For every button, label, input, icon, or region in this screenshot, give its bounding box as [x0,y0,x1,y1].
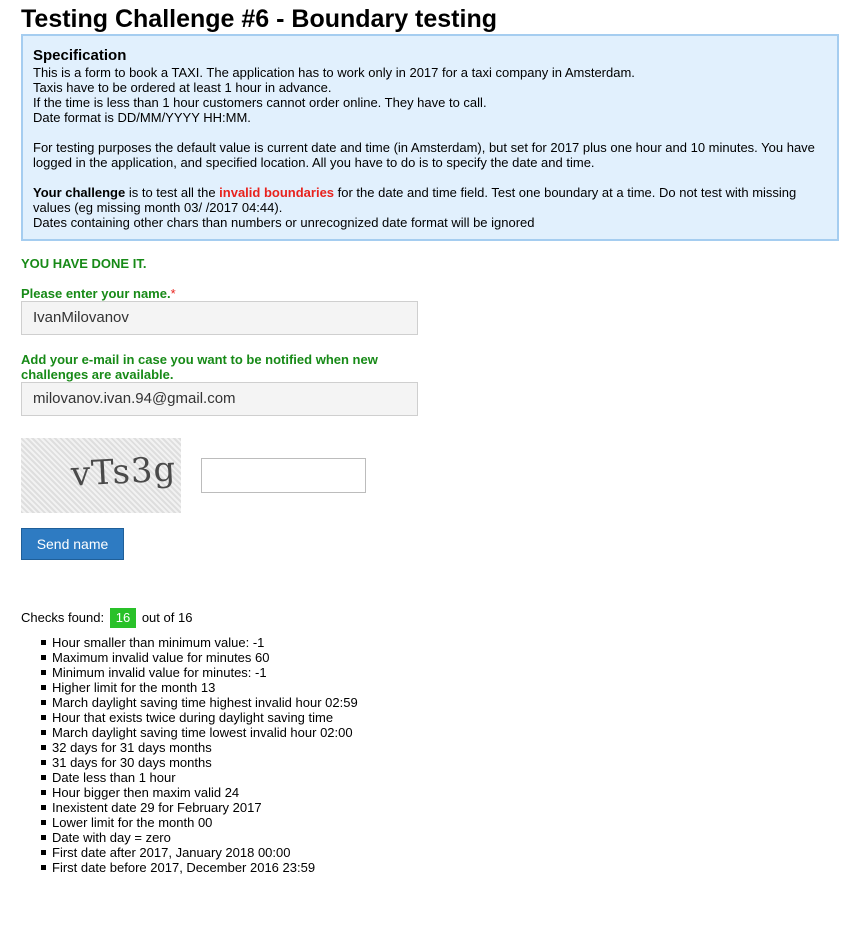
specification-heading: Specification [33,47,127,64]
checks-suffix: out of 16 [141,610,193,625]
spec-testing-note: For testing purposes the default value i… [33,140,815,170]
list-item: Date with day = zero [38,830,358,845]
checks-found-badge: 16 [109,608,137,628]
done-message: YOU HAVE DONE IT. [21,256,147,271]
captcha-input[interactable] [201,458,366,493]
list-item: Lower limit for the month 00 [38,815,358,830]
spec-line: Taxis have to be ordered at least 1 hour… [33,80,332,95]
spec-challenge: Your challenge is to test all the invali… [33,185,827,215]
email-input[interactable]: milovanov.ivan.94@gmail.com [21,382,418,416]
email-label: Add your e-mail in case you want to be n… [21,352,378,382]
spec-line: This is a form to book a TAXI. The appli… [33,65,635,80]
list-item: First date before 2017, December 2016 23… [38,860,358,875]
invalid-boundaries-highlight: invalid boundaries [219,185,335,200]
challenge-label: Your challenge [33,185,126,200]
list-item: 32 days for 31 days months [38,740,358,755]
required-asterisk: * [170,286,176,301]
send-name-button[interactable]: Send name [21,528,124,560]
spec-line: Date format is DD/MM/YYYY HH:MM. [33,110,251,125]
list-item: Date less than 1 hour [38,770,358,785]
specification-box: Specification This is a form to book a T… [21,34,839,241]
list-item: First date after 2017, January 2018 00:0… [38,845,358,860]
list-item: Hour that exists twice during daylight s… [38,710,358,725]
list-item: Minimum invalid value for minutes: -1 [38,665,358,680]
list-item: March daylight saving time highest inval… [38,695,358,710]
list-item: Inexistent date 29 for February 2017 [38,800,358,815]
list-item: Hour bigger then maxim valid 24 [38,785,358,800]
checks-prefix: Checks found: [21,610,105,625]
spec-line: If the time is less than 1 hour customer… [33,95,487,110]
list-item: Higher limit for the month 13 [38,680,358,695]
list-item: March daylight saving time lowest invali… [38,725,358,740]
checks-list: Hour smaller than minimum value: -1 Maxi… [38,635,358,875]
checks-summary: Checks found: 16 out of 16 [21,608,192,628]
list-item: Maximum invalid value for minutes 60 [38,650,358,665]
captcha-text: vTs3g [70,449,178,495]
name-label: Please enter your name.* [21,286,176,301]
list-item: 31 days for 30 days months [38,755,358,770]
challenge-text: is to test all the [125,185,220,200]
spec-line: Dates containing other chars than number… [33,215,535,230]
captcha-image: vTs3g [21,438,181,513]
name-input[interactable]: IvanMilovanov [21,301,418,335]
name-label-text: Please enter your name. [21,286,171,301]
page-title: Testing Challenge #6 - Boundary testing [21,5,497,33]
list-item: Hour smaller than minimum value: -1 [38,635,358,650]
